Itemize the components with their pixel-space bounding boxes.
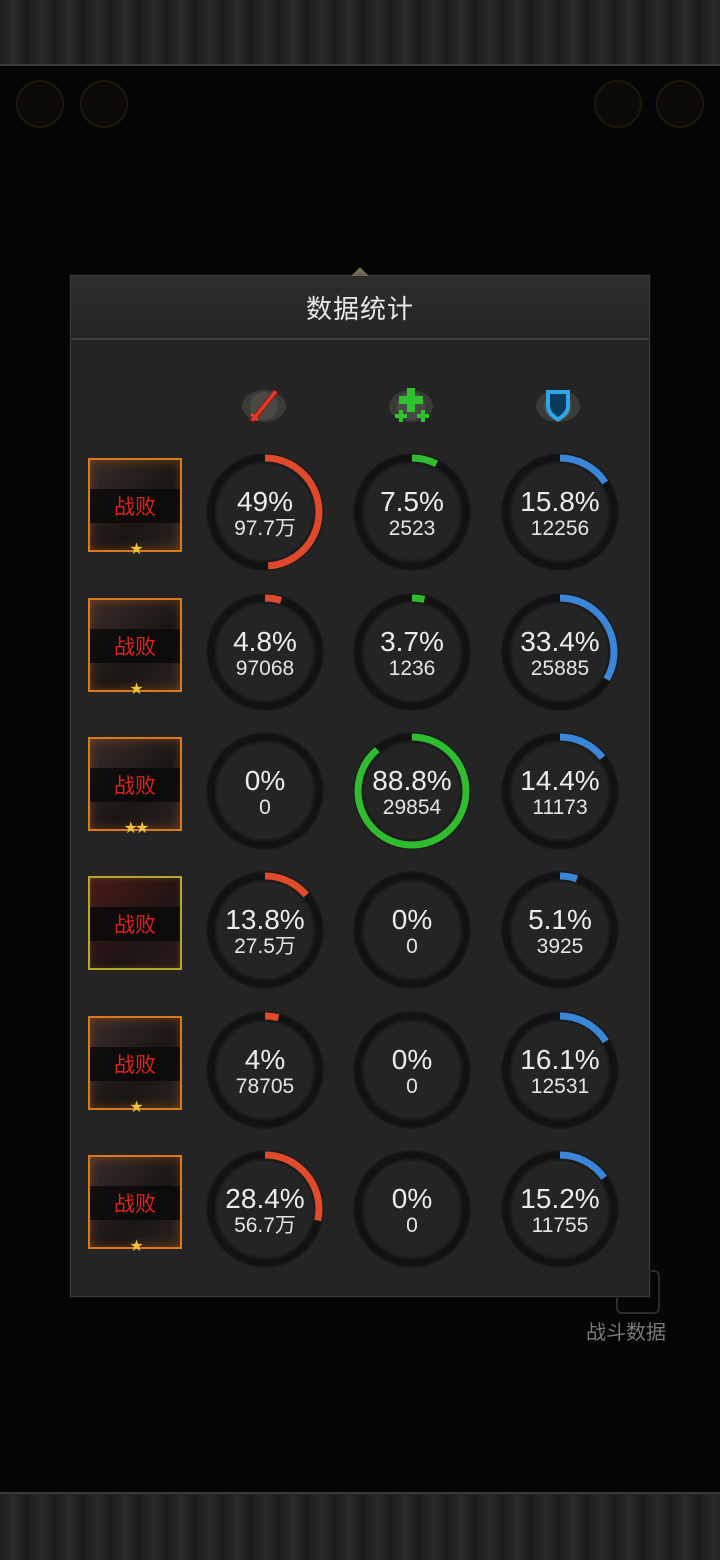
hero-portrait[interactable]: 战败 ★	[88, 598, 182, 698]
battle-data-button[interactable]: 战斗数据	[586, 1316, 666, 1345]
gauge-percent: 49%	[236, 486, 294, 517]
hero-portrait[interactable]: 战败 ★	[88, 1155, 182, 1255]
shield-icon	[528, 380, 588, 430]
gauge-value: 12256	[530, 517, 590, 540]
hero-row: 战败 13.8% 27.5万 0% 0 5.1% 3925	[88, 870, 620, 990]
hero-portrait[interactable]: 战败 ★	[88, 1016, 182, 1116]
top-frame	[0, 0, 720, 66]
star-rating: ★★	[123, 820, 150, 837]
skip-button[interactable]	[594, 80, 642, 128]
gauge-percent: 4.8%	[233, 626, 297, 657]
heal-gauge: 0% 0	[352, 1010, 472, 1130]
damage-gauge: 4.8% 97068	[205, 592, 325, 712]
gauge-value: 78705	[235, 1075, 295, 1098]
heal-gauge: 0% 0	[352, 1149, 472, 1269]
panel-title: 数据统计	[71, 276, 649, 340]
hero-portrait[interactable]: 战败 ★★	[88, 737, 182, 837]
gauge-value: 97068	[235, 657, 295, 680]
heal-gauge: 0% 0	[352, 870, 472, 990]
gauge-value: 56.7万	[234, 1214, 296, 1237]
defeated-label: 战败	[90, 489, 180, 523]
star-rating: ★	[129, 541, 143, 558]
star-rating: ★	[129, 1099, 143, 1116]
tank-gauge: 33.4% 25885	[500, 592, 620, 712]
gauge-value: 29854	[382, 796, 442, 819]
gauge-percent: 0%	[244, 765, 286, 796]
gauge-percent: 0%	[391, 904, 433, 935]
heal-gauge: 88.8% 29854	[352, 731, 472, 851]
defeated-label: 战败	[90, 1047, 180, 1081]
defeated-label: 战败	[90, 629, 180, 663]
damage-gauge: 4% 78705	[205, 1010, 325, 1130]
gauge-value: 0	[406, 1214, 418, 1237]
gauge-percent: 5.1%	[528, 904, 592, 935]
gauge-value: 0	[259, 796, 271, 819]
hero-row: 战败 ★ 4% 78705 0% 0 16.1% 12531	[88, 1010, 620, 1130]
settings-button[interactable]	[656, 80, 704, 128]
defeated-label: 战败	[90, 768, 180, 802]
gauge-value: 0	[406, 935, 418, 958]
gauge-value: 11173	[532, 796, 588, 819]
heal-gauge: 3.7% 1236	[352, 592, 472, 712]
gauge-percent: 33.4%	[520, 626, 600, 657]
gauge-percent: 15.2%	[520, 1183, 600, 1214]
auto-button[interactable]	[80, 80, 128, 128]
gauge-percent: 7.5%	[380, 486, 444, 517]
tank-gauge: 15.2% 11755	[500, 1149, 620, 1269]
gauge-value: 12531	[530, 1075, 590, 1098]
gauge-percent: 14.4%	[520, 765, 600, 796]
hero-row: 战败 ★ 49% 97.7万 7.5% 2523 15.8% 12256	[88, 452, 620, 572]
gauge-value: 2523	[388, 517, 436, 540]
bottom-frame	[0, 1492, 720, 1560]
gauge-value: 27.5万	[234, 935, 296, 958]
heal-cross-icon	[381, 380, 441, 430]
tank-gauge: 14.4% 11173	[500, 731, 620, 851]
hero-row: 战败 ★★ 0% 0 88.8% 29854 14.4% 11173	[88, 731, 620, 851]
defeated-label: 战败	[90, 907, 180, 941]
hero-portrait[interactable]: 战败	[88, 876, 182, 970]
gauge-percent: 16.1%	[520, 1044, 600, 1075]
heal-gauge: 7.5% 2523	[352, 452, 472, 572]
damage-gauge: 13.8% 27.5万	[205, 870, 325, 990]
gauge-percent: 15.8%	[520, 486, 600, 517]
tank-gauge: 16.1% 12531	[500, 1010, 620, 1130]
speed-button[interactable]	[16, 80, 64, 128]
gauge-value: 97.7万	[234, 517, 296, 540]
damage-gauge: 28.4% 56.7万	[205, 1149, 325, 1269]
gauge-percent: 0%	[391, 1044, 433, 1075]
star-rating: ★	[129, 681, 143, 698]
tank-gauge: 5.1% 3925	[500, 870, 620, 990]
hero-row: 战败 ★ 28.4% 56.7万 0% 0 15.2% 11755	[88, 1149, 620, 1269]
gauge-percent: 4%	[244, 1044, 286, 1075]
damage-gauge: 49% 97.7万	[205, 452, 325, 572]
hero-portrait[interactable]: 战败 ★	[88, 458, 182, 558]
gauge-value: 11755	[531, 1214, 589, 1237]
gauge-percent: 28.4%	[225, 1183, 305, 1214]
gauge-percent: 13.8%	[225, 904, 305, 935]
gauge-value: 0	[406, 1075, 418, 1098]
gauge-value: 25885	[530, 657, 590, 680]
damage-gauge: 0% 0	[205, 731, 325, 851]
gauge-value: 1236	[388, 657, 436, 680]
star-rating: ★	[129, 1238, 143, 1255]
gauge-percent: 0%	[391, 1183, 433, 1214]
gauge-value: 3925	[536, 935, 584, 958]
damage-sword-icon	[234, 380, 294, 430]
gauge-percent: 3.7%	[380, 626, 444, 657]
hero-row: 战败 ★ 4.8% 97068 3.7% 1236 33.4% 25885	[88, 592, 620, 712]
defeated-label: 战败	[90, 1186, 180, 1220]
tank-gauge: 15.8% 12256	[500, 452, 620, 572]
gauge-percent: 88.8%	[372, 765, 452, 796]
